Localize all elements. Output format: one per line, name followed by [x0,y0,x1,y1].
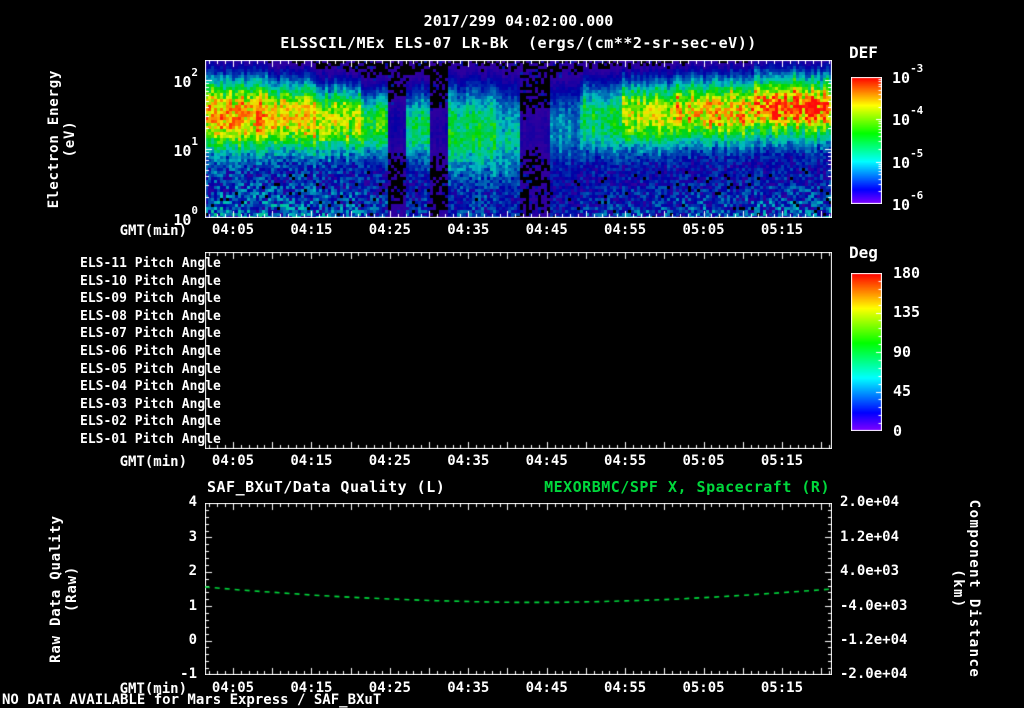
pitch-row-label: ELS-09 Pitch Angle [80,291,221,307]
y-tick-label: 101 [173,134,198,160]
spectrogram-y-axis-label-line1: Electron Energy [46,69,62,209]
x-tick-label: 04:05 [211,680,255,697]
x-tick-label: 05:15 [760,222,804,239]
colorbar-tick-label: 10-4 [892,103,924,129]
x-tick-label: 04:55 [604,222,647,239]
pitch-row-label: ELS-03 Pitch Angle [80,396,221,412]
timeseries-left-y-label-line1: Raw Data Quality [48,515,64,663]
plot-title: 2017/299 04:02:00.000 [423,12,614,30]
x-tick-label: 04:05 [211,453,255,470]
x-tick-label: 04:15 [290,680,333,697]
colorbar-tick-label: 180 [893,263,921,282]
colorbar-tick-label: 10-3 [892,61,924,87]
x-tick-label: 04:35 [447,680,490,697]
pitch-row-label: ELS-02 Pitch Angle [80,414,221,430]
right-axis-tick-label: 2.0e+04 [840,494,900,511]
x-tick-label: 04:25 [368,222,411,239]
right-axis-tick-label: -2.0e+04 [840,666,908,683]
colorbar-tick-label: 0 [893,421,903,440]
x-tick-label: 04:15 [290,453,333,470]
y-tick-label: 102 [173,65,198,91]
pitch-row-label: ELS-07 Pitch Angle [80,326,221,342]
pitch-row-label: ELS-04 Pitch Angle [80,379,221,395]
timeseries-left-y-axis-label: Raw Data Quality (Raw) [48,515,80,663]
x-tick-label: 04:35 [447,222,490,239]
y-tick-label: 100 [173,203,198,229]
right-axis-tick-label: -1.2e+04 [840,631,908,648]
left-axis-tick-label: 3 [188,528,197,545]
pitch-row-label: ELS-01 Pitch Angle [80,431,221,447]
colorbar-tick-label: 45 [893,382,912,401]
timeseries-canvas [205,503,832,675]
spectrogram-y-axis-label-line2: (eV) [62,120,78,158]
colorbar-tick-label: 10-5 [892,146,924,172]
colorbar-tick-label: 90 [893,342,912,361]
x-tick-label: 04:45 [525,453,568,470]
x-tick-label: 04:35 [447,453,490,470]
x-tick-label: 04:45 [525,680,568,697]
x-tick-label: 05:05 [682,453,725,470]
plot-subtitle: ELSSCIL/MEx ELS-07 LR-Bk (ergs/(cm**2-sr… [280,34,757,52]
left-axis-tick-label: 1 [188,597,197,614]
right-axis-tick-label: 4.0e+03 [840,563,900,580]
timeseries-title-left: SAF_BXuT/Data Quality (L) [207,478,446,496]
def-colorbar-title: DEF [849,43,878,62]
x-tick-label: 04:15 [290,222,333,239]
x-tick-label: 04:05 [211,222,255,239]
colorbar-tick-label: 135 [893,303,921,322]
left-axis-tick-label: 4 [188,494,197,511]
x-tick-label: 04:25 [368,453,411,470]
spectrogram-y-axis-label: Electron Energy (eV) [46,70,78,208]
def-colorbar [851,77,882,204]
timeseries-right-y-label-line1: Component Distance [966,499,982,679]
pitch-row-label: ELS-06 Pitch Angle [80,343,221,359]
timeseries-right-y-label-line2: (km) [950,569,966,609]
x-tick-label: 04:45 [525,222,568,239]
x-tick-label: 04:55 [604,680,647,697]
x-tick-label: 05:05 [682,222,725,239]
x-tick-label: 04:25 [368,680,411,697]
timeseries-right-y-axis-label: Component Distance (km) [950,500,982,679]
left-axis-tick-label: -1 [180,666,197,683]
x-tick-label: 05:15 [760,680,804,697]
timeseries-title-right: MEXORBMC/SPF X, Spacecraft (R) [544,478,830,496]
pitch-row-label: ELS-05 Pitch Angle [80,361,221,377]
right-axis-tick-label: -4.0e+03 [840,597,908,614]
left-axis-tick-label: 2 [188,563,197,580]
x-tick-label: 04:55 [604,453,647,470]
pitch-row-label: ELS-10 Pitch Angle [80,273,221,289]
x-tick-label: 05:15 [760,453,804,470]
left-axis-tick-label: 0 [188,631,197,648]
pitch-row-label: ELS-08 Pitch Angle [80,308,221,324]
pitch-angle-panel-canvas [205,252,832,449]
gmt-axis-label-2: GMT(min) [119,454,187,470]
deg-colorbar-title: Deg [849,243,878,262]
colorbar-tick-label: 10-6 [892,188,924,214]
pitch-row-label: ELS-11 Pitch Angle [80,255,221,271]
x-tick-label: 05:05 [682,680,725,697]
right-axis-tick-label: 1.2e+04 [840,528,900,545]
deg-colorbar [851,273,882,431]
plot-window: 2017/299 04:02:00.000 ELSSCIL/MEx ELS-07… [0,0,1024,708]
energy-spectrogram-canvas [205,60,832,218]
